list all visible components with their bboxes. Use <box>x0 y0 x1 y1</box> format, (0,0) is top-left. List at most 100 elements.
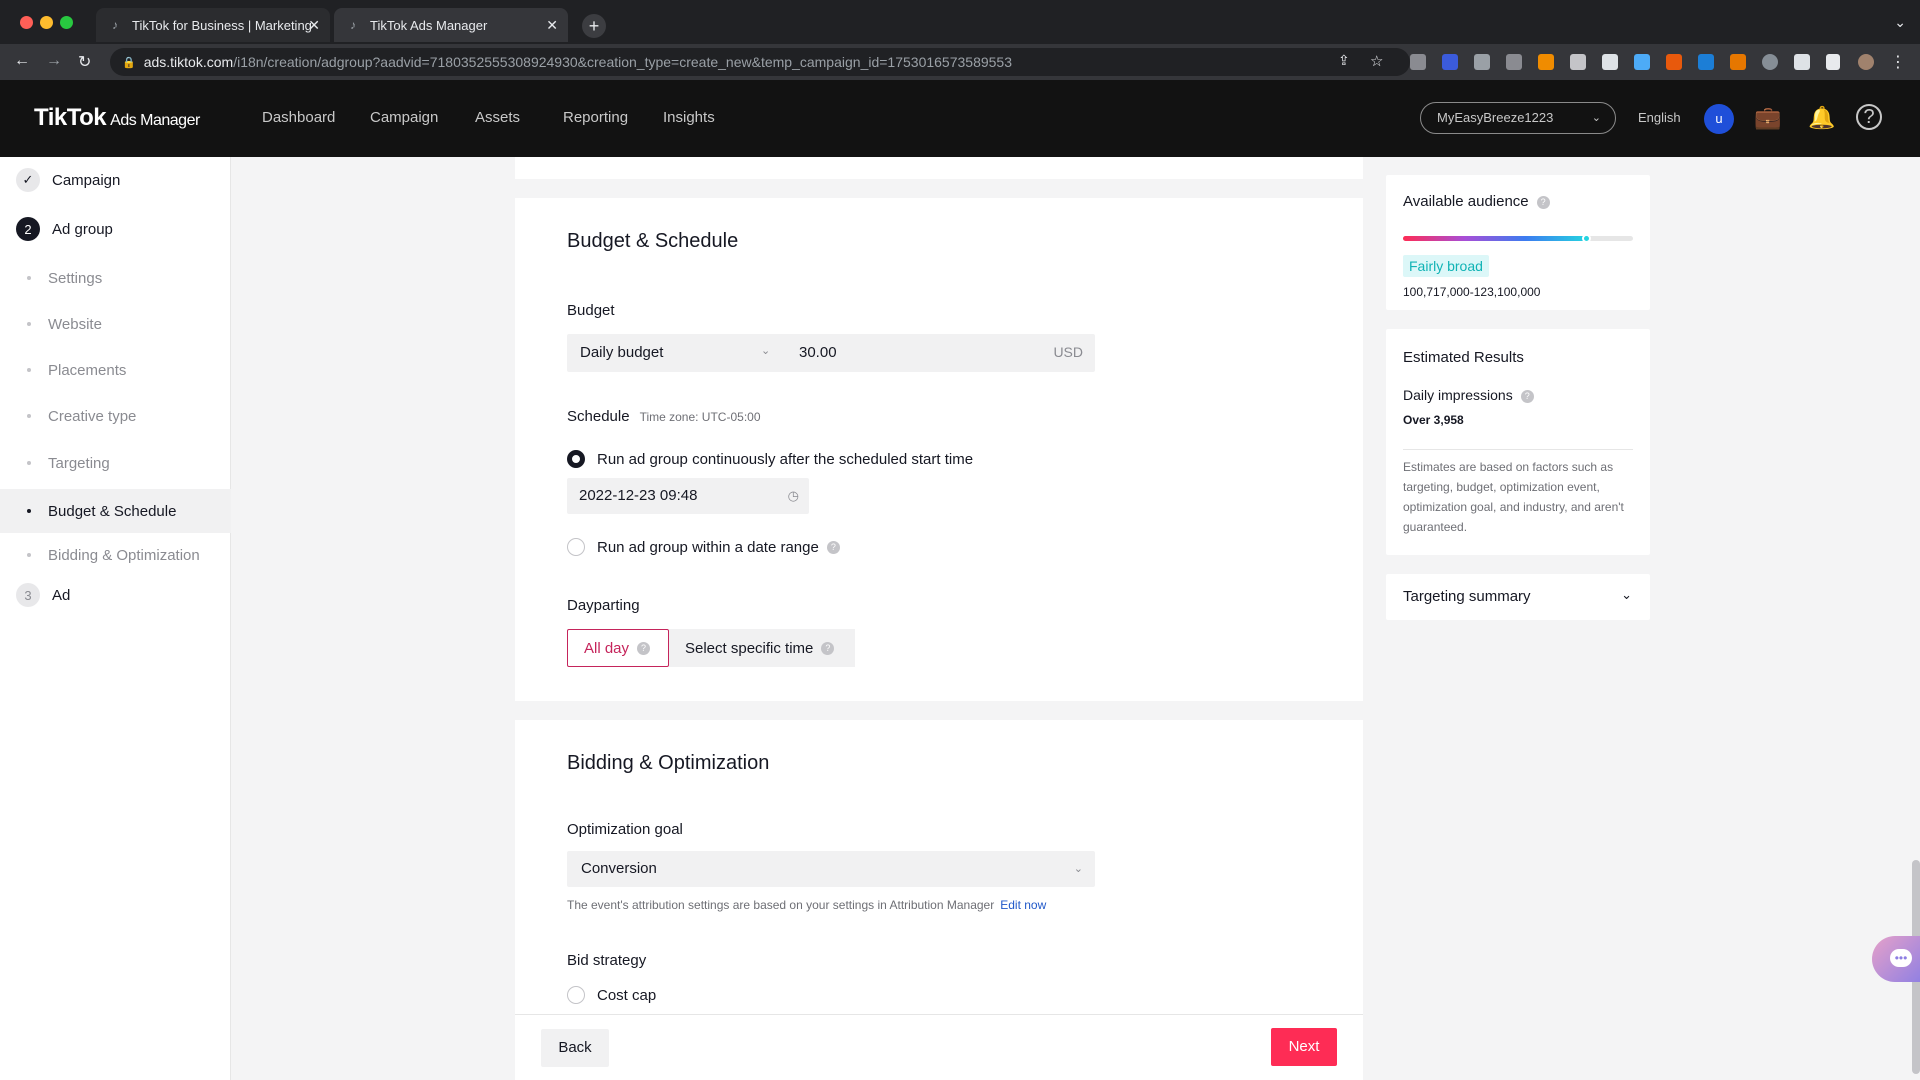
nav-insights[interactable]: Insights <box>663 109 715 126</box>
extension-icon[interactable] <box>1730 54 1746 70</box>
substep-bidding-optimization[interactable]: Bidding & Optimization <box>0 535 231 575</box>
reload-icon[interactable]: ↻ <box>78 52 91 72</box>
help-icon[interactable]: ? <box>821 641 835 655</box>
bullet-icon <box>27 509 31 513</box>
help-icon[interactable]: ? <box>826 540 840 554</box>
extension-icon[interactable] <box>1474 54 1490 70</box>
nav-reporting[interactable]: Reporting <box>563 109 628 126</box>
sidebar-toggle-icon[interactable] <box>1826 54 1840 70</box>
puzzle-extensions-icon[interactable] <box>1794 54 1810 70</box>
optimization-goal-select[interactable]: Conversion ⌄ <box>567 851 1095 887</box>
browser-tab-tiktok-business[interactable]: ♪ TikTok for Business | Marketing ✕ <box>96 8 330 42</box>
account-selector[interactable]: MyEasyBreeze1223 ⌄ <box>1420 102 1616 134</box>
share-icon[interactable]: ⇪ <box>1338 52 1350 69</box>
user-avatar[interactable]: u <box>1704 104 1734 134</box>
start-time-input[interactable]: 2022-12-23 09:48 ◷ <box>567 478 809 514</box>
browser-tab-ads-manager[interactable]: ♪ TikTok Ads Manager ✕ <box>334 8 568 42</box>
profile-avatar[interactable] <box>1858 54 1874 70</box>
extension-icon[interactable] <box>1666 54 1682 70</box>
substep-targeting[interactable]: Targeting <box>0 443 231 483</box>
browser-menu-icon[interactable]: ⋮ <box>1890 52 1906 72</box>
timezone-label: Time zone: UTC-05:00 <box>639 410 761 424</box>
url-field[interactable]: 🔒 ads.tiktok.com /i18n/creation/adgroup?… <box>110 48 1410 76</box>
nav-dashboard[interactable]: Dashboard <box>262 109 335 126</box>
double-chevron-down-icon[interactable]: ⌄ <box>1621 587 1632 603</box>
url-host: ads.tiktok.com <box>143 54 234 70</box>
section-title: Bidding & Optimization <box>567 752 770 774</box>
nav-campaign[interactable]: Campaign <box>370 109 438 126</box>
extension-icon[interactable] <box>1698 54 1714 70</box>
dayparting-all-day-option[interactable]: All day ? <box>567 629 669 667</box>
schedule-continuous-radio[interactable]: Run ad group continuously after the sche… <box>567 450 973 468</box>
substep-settings[interactable]: Settings <box>0 258 231 298</box>
back-button[interactable]: Back <box>541 1029 609 1067</box>
radio-label: Cost cap <box>597 986 657 1004</box>
app-header: TikTok Ads Manager Dashboard Campaign Ass… <box>0 80 1920 157</box>
dayparting-specific-time-option[interactable]: Select specific time ? <box>669 629 855 667</box>
bell-icon[interactable]: 🔔 <box>1808 104 1836 132</box>
extension-icon[interactable] <box>1538 54 1554 70</box>
tab-search-chevron-icon[interactable]: ⌄ <box>1894 14 1906 31</box>
tiktok-favicon-icon: ♪ <box>350 18 356 32</box>
edit-now-link[interactable]: Edit now <box>1000 898 1046 912</box>
chevron-down-icon: ⌄ <box>1591 112 1601 124</box>
nav-assets[interactable]: Assets <box>475 109 520 126</box>
browser-tab-bar: ♪ TikTok for Business | Marketing ✕ ♪ Ti… <box>0 0 1920 50</box>
help-icon[interactable]: ? <box>1856 104 1882 130</box>
step-campaign[interactable]: ✓ Campaign <box>16 168 120 192</box>
optimization-goal-label: Optimization goal <box>567 821 683 838</box>
substep-website[interactable]: Website <box>0 304 231 344</box>
chevron-down-icon[interactable]: ⌄ <box>761 344 770 357</box>
extension-icon[interactable] <box>1410 54 1426 70</box>
bullet-icon <box>27 276 31 280</box>
briefcase-icon[interactable]: 💼 <box>1754 104 1782 132</box>
next-button[interactable]: Next <box>1271 1028 1337 1066</box>
bid-strategy-label: Bid strategy <box>567 952 647 969</box>
substep-placements[interactable]: Placements <box>0 350 231 390</box>
radio-unchecked-icon <box>567 538 585 556</box>
help-icon[interactable]: ? <box>1536 195 1550 209</box>
step-label: Ad <box>52 586 71 604</box>
back-arrow-icon[interactable]: ← <box>14 52 30 70</box>
bullet-icon <box>27 553 31 557</box>
tiktok-ads-logo[interactable]: TikTok Ads Manager <box>34 104 200 132</box>
tab-title: TikTok for Business | Marketing <box>132 17 312 33</box>
budget-input-group: Daily budget ⌄ 30.00 USD <box>567 334 1095 372</box>
close-tab-icon[interactable]: ✕ <box>308 17 320 34</box>
substep-label: Settings <box>48 269 103 287</box>
bookmark-star-icon[interactable]: ☆ <box>1370 52 1383 70</box>
new-tab-button[interactable]: + <box>582 14 606 38</box>
available-audience-card: Available audience? Fairly broad 100,717… <box>1386 175 1650 310</box>
browser-address-bar: ← → ↻ 🔒 ads.tiktok.com /i18n/creation/ad… <box>0 44 1920 80</box>
budget-amount-input[interactable]: 30.00 <box>799 344 837 361</box>
forward-arrow-icon[interactable]: → <box>46 52 62 70</box>
language-selector[interactable]: English <box>1638 110 1681 125</box>
help-icon[interactable]: ? <box>1520 389 1534 403</box>
targeting-summary-card[interactable]: Targeting summary ⌄ <box>1386 574 1650 620</box>
step-number: 2 <box>16 217 40 241</box>
chat-support-button[interactable]: ••• <box>1872 936 1920 982</box>
step-ad[interactable]: 3 Ad <box>16 583 70 607</box>
extension-icon[interactable] <box>1602 54 1618 70</box>
help-icon[interactable]: ? <box>637 641 651 655</box>
budget-type-select[interactable]: Daily budget <box>580 344 663 361</box>
extension-icon[interactable] <box>1442 54 1458 70</box>
minimize-window-button[interactable] <box>40 16 53 29</box>
schedule-date-range-radio[interactable]: Run ad group within a date range ? <box>567 538 840 556</box>
extension-icon[interactable] <box>1506 54 1522 70</box>
section-title: Budget & Schedule <box>567 230 739 252</box>
substep-creative-type[interactable]: Creative type <box>0 396 231 436</box>
budget-label: Budget <box>567 302 615 319</box>
radio-label: Run ad group continuously after the sche… <box>597 450 974 468</box>
close-window-button[interactable] <box>20 16 33 29</box>
cost-cap-radio[interactable]: Cost cap <box>567 986 656 1004</box>
substep-budget-schedule[interactable]: Budget & Schedule <box>0 489 231 533</box>
step-ad-group[interactable]: 2 Ad group <box>16 217 113 241</box>
extension-icon[interactable] <box>1570 54 1586 70</box>
extension-icon[interactable] <box>1762 54 1778 70</box>
close-tab-icon[interactable]: ✕ <box>546 17 558 34</box>
step-label: Campaign <box>52 171 121 189</box>
maximize-window-button[interactable] <box>60 16 73 29</box>
logo-text: TikTok <box>34 104 107 131</box>
extension-icon[interactable] <box>1634 54 1650 70</box>
